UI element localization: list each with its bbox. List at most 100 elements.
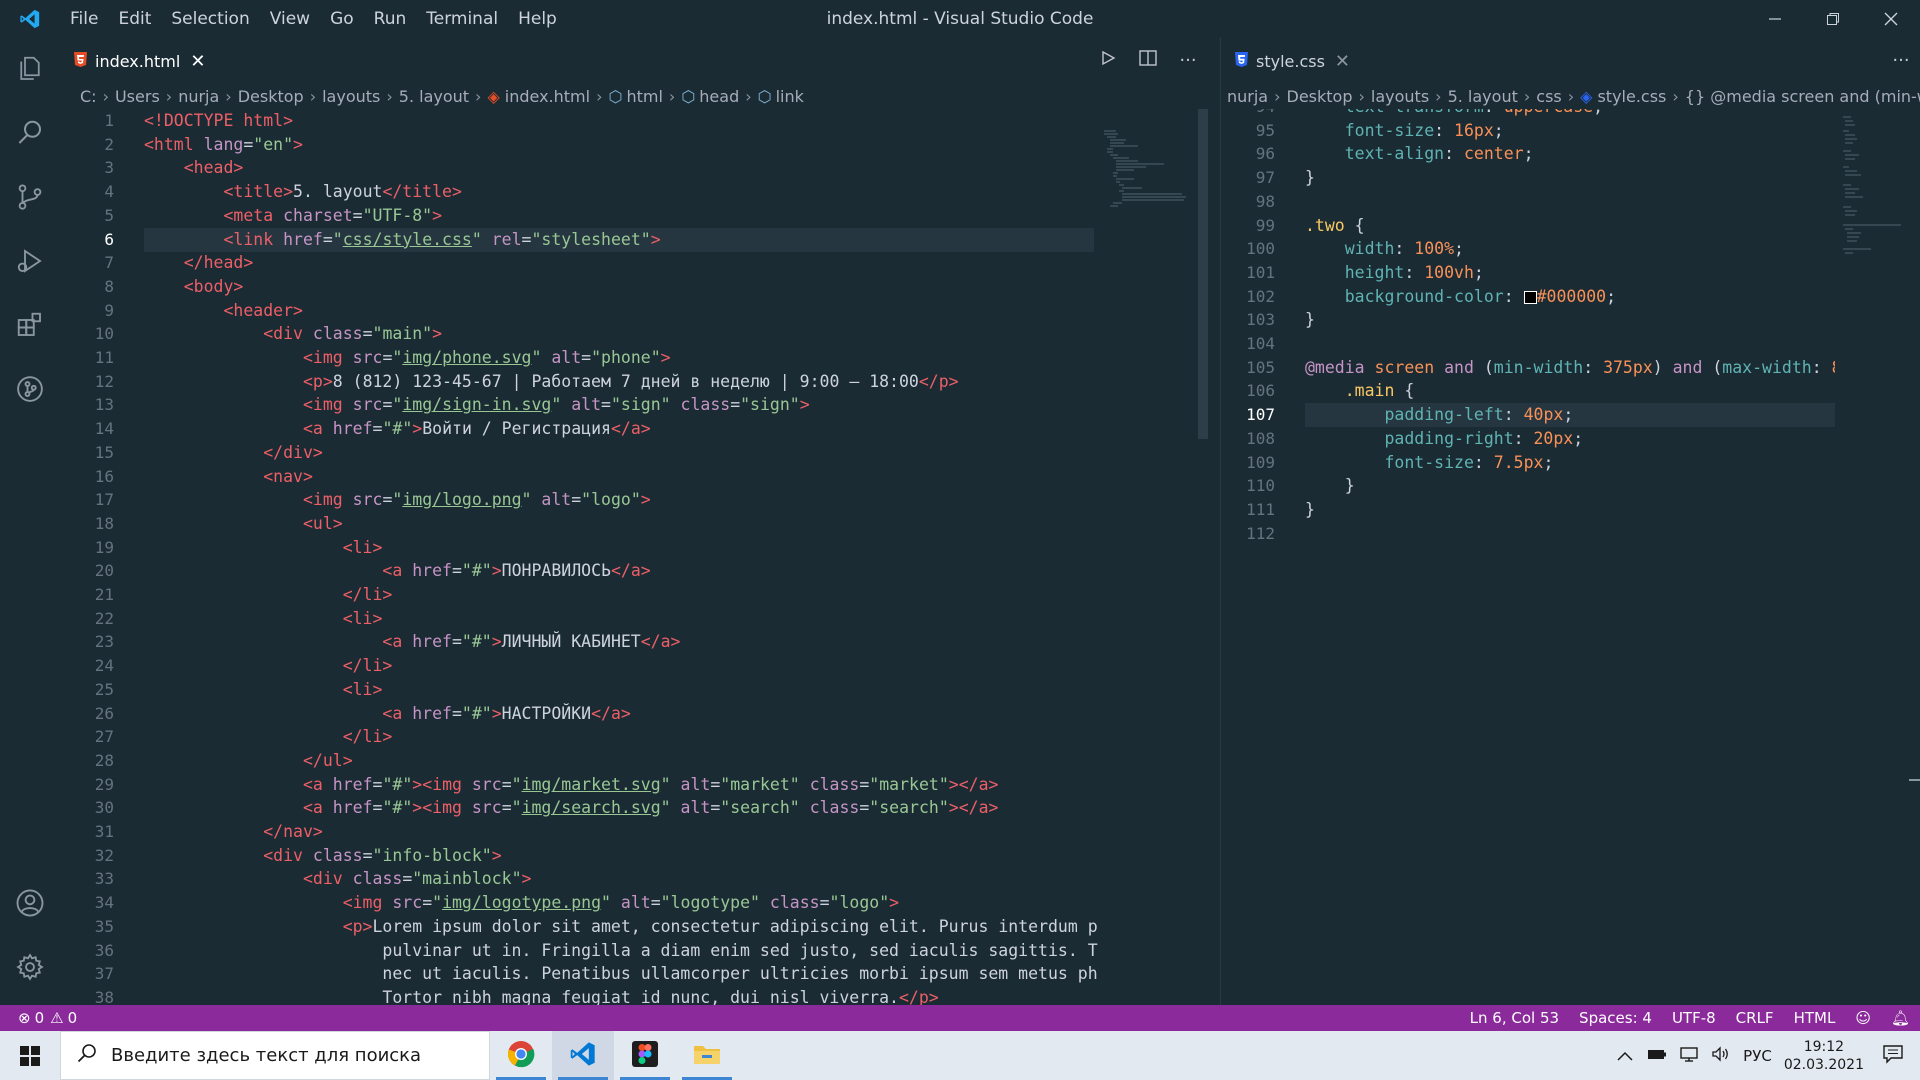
breadcrumb-item[interactable]: Users bbox=[115, 87, 160, 106]
line-ending[interactable]: CRLF bbox=[1736, 1009, 1774, 1027]
code-line[interactable]: <a href="#">НАСТРОЙКИ</a> bbox=[144, 702, 630, 726]
breadcrumb-item[interactable]: Desktop bbox=[1287, 87, 1353, 106]
split-divider[interactable] bbox=[1208, 37, 1220, 1005]
code-line[interactable]: <div class="info-block"> bbox=[144, 844, 501, 868]
menu-help[interactable]: Help bbox=[508, 9, 567, 29]
code-line[interactable]: <a href="#"><img src="img/market.svg" al… bbox=[144, 773, 999, 797]
code-line[interactable]: <ul> bbox=[144, 512, 343, 536]
tab-style-css[interactable]: style.css ✕ bbox=[1221, 37, 1361, 83]
code-line[interactable]: .two { bbox=[1305, 214, 1365, 238]
notifications-bell-icon[interactable]: 🔔︎ bbox=[1891, 1009, 1910, 1027]
code-line[interactable]: Tortor nibh magna feugiat id nunc, dui n… bbox=[144, 986, 938, 1005]
code-line[interactable]: font-size: 7.5px; bbox=[1305, 451, 1553, 475]
indentation[interactable]: Spaces: 4 bbox=[1579, 1009, 1652, 1027]
code-line[interactable]: .main { bbox=[1305, 379, 1415, 403]
run-debug-icon[interactable] bbox=[0, 229, 60, 293]
breadcrumb-item[interactable]: layouts bbox=[322, 87, 380, 106]
taskbar-search-box[interactable]: Введите здесь текст для поиска bbox=[60, 1031, 490, 1080]
menu-file[interactable]: File bbox=[60, 9, 108, 29]
menu-selection[interactable]: Selection bbox=[161, 9, 259, 29]
code-area-right[interactable]: 94 text-transform: uppercase; 95 font-siz… bbox=[1221, 109, 1920, 1005]
input-language[interactable]: РУС bbox=[1743, 1047, 1772, 1065]
scrollbar-right[interactable] bbox=[1909, 779, 1920, 781]
code-line[interactable]: <meta charset="UTF-8"> bbox=[144, 204, 442, 228]
code-line[interactable]: <link href="css/style.css" rel="styleshe… bbox=[144, 228, 660, 252]
breadcrumb-item[interactable]: css bbox=[1536, 87, 1561, 106]
code-line[interactable]: } bbox=[1305, 498, 1315, 522]
extensions-icon[interactable] bbox=[0, 293, 60, 357]
code-line[interactable]: <header> bbox=[144, 299, 302, 323]
menu-view[interactable]: View bbox=[260, 9, 320, 29]
code-line[interactable]: <li> bbox=[144, 536, 383, 560]
cursor-position[interactable]: Ln 6, Col 53 bbox=[1470, 1009, 1559, 1027]
code-line[interactable]: <html lang="en"> bbox=[144, 133, 303, 157]
code-line[interactable]: </nav> bbox=[144, 820, 323, 844]
clock[interactable]: 19:12 02.03.2021 bbox=[1784, 1038, 1864, 1074]
code-line[interactable]: </ul> bbox=[144, 749, 353, 773]
code-line[interactable]: } bbox=[1305, 474, 1355, 498]
code-line[interactable]: text-align: center; bbox=[1305, 142, 1534, 166]
code-line[interactable]: } bbox=[1305, 166, 1315, 190]
menu-terminal[interactable]: Terminal bbox=[416, 9, 508, 29]
breadcrumb-item[interactable]: layouts bbox=[1371, 87, 1429, 106]
accounts-icon[interactable] bbox=[0, 871, 60, 935]
code-line[interactable]: <a href="#">Войти / Регистрация</a> bbox=[144, 417, 651, 441]
menu-run[interactable]: Run bbox=[364, 9, 417, 29]
minimize-icon[interactable] bbox=[1746, 0, 1804, 37]
run-icon[interactable] bbox=[1088, 50, 1128, 71]
scrollbar-left[interactable] bbox=[1198, 109, 1208, 439]
code-line[interactable]: <a href="#">ЛИЧНЫЙ КАБИНЕТ</a> bbox=[144, 630, 680, 654]
taskbar-figma[interactable] bbox=[614, 1031, 676, 1080]
notifications-icon[interactable] bbox=[1882, 1044, 1904, 1068]
encoding[interactable]: UTF-8 bbox=[1672, 1009, 1716, 1027]
split-editor-icon[interactable] bbox=[1128, 49, 1168, 71]
code-line[interactable]: font-size: 16px; bbox=[1305, 119, 1504, 143]
breadcrumb-item[interactable]: link bbox=[776, 87, 804, 106]
restore-icon[interactable] bbox=[1804, 0, 1862, 37]
close-tab-icon[interactable]: ✕ bbox=[190, 51, 205, 72]
code-line[interactable]: <div class="mainblock"> bbox=[144, 867, 532, 891]
breadcrumb-item[interactable]: nurja bbox=[1227, 87, 1268, 106]
breadcrumb-item[interactable]: nurja bbox=[178, 87, 219, 106]
taskbar-chrome[interactable] bbox=[490, 1031, 552, 1080]
chevron-up-icon[interactable] bbox=[1617, 1047, 1633, 1065]
code-line[interactable]: padding-left: 40px; bbox=[1305, 403, 1573, 427]
language-mode[interactable]: HTML bbox=[1794, 1009, 1836, 1027]
code-line[interactable]: </head> bbox=[144, 251, 254, 275]
battery-icon[interactable] bbox=[1647, 1047, 1667, 1065]
code-line[interactable]: <img src="img/phone.svg" alt="phone"> bbox=[144, 346, 671, 370]
code-line[interactable]: <!DOCTYPE html> bbox=[144, 109, 293, 133]
more-actions-icon[interactable]: ··· bbox=[1168, 50, 1208, 71]
code-line[interactable]: <p>Lorem ipsum dolor sit amet, consectet… bbox=[144, 915, 1128, 939]
code-line[interactable]: <head> bbox=[144, 156, 244, 180]
code-line[interactable]: <a href="#">ПОНРАВИЛОСЬ</a> bbox=[144, 559, 650, 583]
breadcrumb-item[interactable]: C: bbox=[80, 87, 97, 106]
network-icon[interactable] bbox=[1679, 1046, 1699, 1066]
code-line[interactable]: </div> bbox=[144, 441, 323, 465]
minimap-right[interactable] bbox=[1835, 109, 1920, 1005]
code-line[interactable]: } bbox=[1305, 308, 1315, 332]
breadcrumb-item[interactable]: index.html bbox=[505, 87, 590, 106]
close-window-icon[interactable] bbox=[1862, 0, 1920, 37]
explorer-icon[interactable] bbox=[0, 37, 60, 101]
code-line[interactable]: padding-right: 20px; bbox=[1305, 427, 1583, 451]
code-line[interactable]: pulvinar ut in. Fringilla a diam enim se… bbox=[144, 939, 1127, 963]
code-line[interactable]: <a href="#"><img src="img/search.svg" al… bbox=[144, 796, 999, 820]
code-line[interactable]: nec ut iaculis. Penatibus ullamcorper ul… bbox=[144, 962, 1127, 986]
code-line[interactable]: <nav> bbox=[144, 465, 313, 489]
windows-start-icon[interactable] bbox=[0, 1031, 60, 1080]
code-line[interactable]: height: 100vh; bbox=[1305, 261, 1484, 285]
feedback-icon[interactable]: ☺ bbox=[1855, 1009, 1871, 1027]
more-actions-icon[interactable]: ··· bbox=[1881, 50, 1920, 71]
code-line[interactable]: background-color: #000000; bbox=[1305, 285, 1616, 309]
code-line[interactable]: </li> bbox=[144, 654, 393, 678]
tab-index-html[interactable]: index.html ✕ bbox=[60, 37, 205, 83]
code-line[interactable]: <img src="img/logo.png" alt="logo"> bbox=[144, 488, 651, 512]
code-line[interactable]: </li> bbox=[144, 583, 393, 607]
breadcrumb-item[interactable]: Desktop bbox=[238, 87, 304, 106]
taskbar-file-explorer[interactable] bbox=[676, 1031, 738, 1080]
breadcrumb-item[interactable]: html bbox=[626, 87, 662, 106]
code-line[interactable]: text-transform: uppercase; bbox=[1305, 109, 1603, 119]
code-line[interactable]: <body> bbox=[144, 275, 244, 299]
code-line[interactable]: <p>8 (812) 123-45-67 | Работаем 7 дней в… bbox=[144, 370, 959, 394]
